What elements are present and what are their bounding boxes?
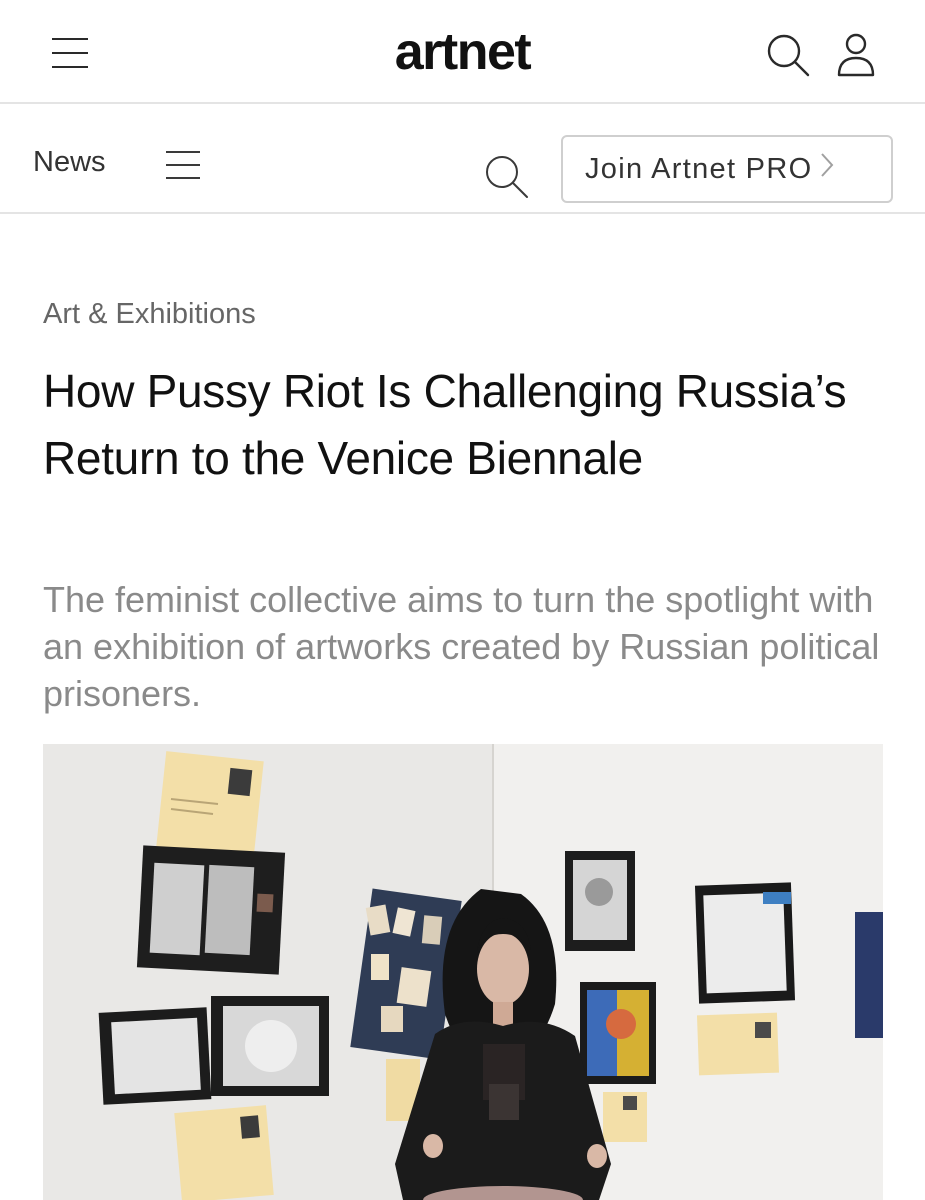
search-icon[interactable] bbox=[765, 32, 811, 78]
nav-news[interactable]: News bbox=[33, 146, 106, 179]
article-dek: The feminist collective aims to turn the… bbox=[43, 579, 880, 714]
section-nav: News Join Artnet PRO bbox=[0, 104, 925, 214]
chevron-right-icon bbox=[820, 152, 834, 186]
article-category[interactable]: Art & Exhibitions bbox=[43, 298, 256, 331]
user-account-icon[interactable] bbox=[836, 32, 876, 78]
article-headline: How Pussy Riot Is Challenging Russia’s R… bbox=[43, 365, 847, 484]
pro-button-label: Join Artnet PRO bbox=[585, 152, 813, 185]
article-hero-image bbox=[43, 744, 883, 1200]
join-artnet-pro-button[interactable]: Join Artnet PRO bbox=[561, 135, 893, 203]
hamburger-menu-icon[interactable] bbox=[166, 151, 200, 181]
top-header: artnet bbox=[0, 0, 925, 104]
search-icon[interactable] bbox=[482, 152, 530, 200]
